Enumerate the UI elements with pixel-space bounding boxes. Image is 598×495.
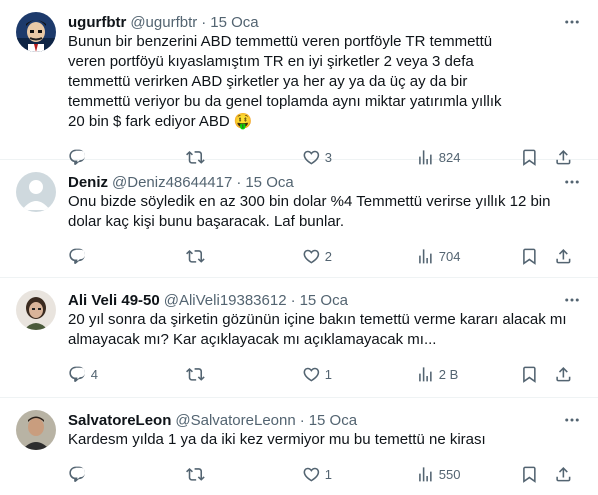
like-count: 2 bbox=[324, 248, 332, 264]
tweet-header: Ali Veli 49-50 @AliVeli19383612 · 15 Oca bbox=[68, 290, 582, 310]
view-count: 2 B bbox=[438, 366, 459, 382]
retweet-button[interactable] bbox=[186, 365, 302, 384]
views-button[interactable]: 550 bbox=[416, 465, 520, 484]
more-button[interactable] bbox=[562, 172, 582, 192]
heart-icon bbox=[303, 249, 320, 264]
separator: · bbox=[201, 13, 207, 31]
timestamp[interactable]: 15 Oca bbox=[300, 292, 348, 309]
tweet-text: 20 yıl sonra da şirketin gözünün içine b… bbox=[68, 311, 567, 348]
reply-button[interactable] bbox=[68, 465, 186, 484]
user-handle[interactable]: @Deniz48644417 bbox=[112, 174, 232, 191]
views-chart-icon bbox=[419, 248, 432, 264]
tweet[interactable]: ugurfbtr @ugurfbtr · 15 Oca Bunun bir be… bbox=[0, 0, 598, 166]
retweet-icon bbox=[186, 249, 205, 263]
tweet-text: Kardesm yılda 1 ya da iki kez vermiyor m… bbox=[68, 431, 486, 448]
like-count: 1 bbox=[324, 466, 332, 482]
tweet[interactable]: Deniz @Deniz48644417 · 15 Oca Onu bizde … bbox=[0, 160, 598, 278]
like-button[interactable]: 1 bbox=[302, 365, 416, 384]
views-chart-icon bbox=[419, 466, 432, 482]
tweet-header: SalvatoreLeon @SalvatoreLeonn · 15 Oca bbox=[68, 410, 582, 430]
user-handle[interactable]: @SalvatoreLeonn bbox=[175, 412, 295, 429]
views-button[interactable]: 2 B bbox=[416, 365, 520, 384]
tweet-header: Deniz @Deniz48644417 · 15 Oca bbox=[68, 172, 582, 192]
bookmark-icon bbox=[523, 466, 536, 483]
share-button[interactable] bbox=[554, 465, 574, 484]
reply-icon bbox=[69, 466, 85, 482]
tweet[interactable]: SalvatoreLeon @SalvatoreLeonn · 15 Oca K… bbox=[0, 398, 598, 495]
separator: · bbox=[299, 411, 305, 429]
bookmark-icon bbox=[523, 366, 536, 383]
view-count: 704 bbox=[438, 248, 461, 264]
bookmark-icon bbox=[523, 248, 536, 265]
share-button[interactable] bbox=[554, 365, 574, 384]
tweet-actions: 2 704 bbox=[68, 240, 582, 272]
reply-button[interactable]: 4 bbox=[68, 365, 186, 384]
avatar[interactable] bbox=[16, 12, 56, 52]
views-button[interactable]: 704 bbox=[416, 247, 520, 266]
bookmark-button[interactable] bbox=[520, 365, 554, 384]
more-button[interactable] bbox=[562, 12, 582, 32]
bookmark-button[interactable] bbox=[520, 247, 554, 266]
share-icon bbox=[556, 466, 571, 482]
reply-icon bbox=[69, 366, 85, 382]
heart-icon bbox=[303, 467, 320, 482]
avatar[interactable] bbox=[16, 290, 56, 330]
timestamp[interactable]: 15 Oca bbox=[210, 14, 258, 31]
retweet-icon bbox=[186, 467, 205, 481]
user-handle[interactable]: @AliVeli19383612 bbox=[164, 292, 287, 309]
display-name[interactable]: Deniz bbox=[68, 174, 108, 191]
timestamp[interactable]: 15 Oca bbox=[309, 412, 357, 429]
views-chart-icon bbox=[419, 366, 432, 382]
like-button[interactable]: 1 bbox=[302, 465, 416, 484]
separator: · bbox=[236, 173, 242, 191]
reply-button[interactable] bbox=[68, 247, 186, 266]
tweet-text: Bunun bir benzerini ABD temmettü veren p… bbox=[68, 33, 502, 130]
bookmark-button[interactable] bbox=[520, 465, 554, 484]
tweet-header: ugurfbtr @ugurfbtr · 15 Oca bbox=[68, 12, 582, 32]
avatar[interactable] bbox=[16, 410, 56, 450]
more-dots-icon bbox=[565, 418, 579, 422]
more-dots-icon bbox=[565, 298, 579, 302]
more-button[interactable] bbox=[562, 290, 582, 310]
display-name[interactable]: ugurfbtr bbox=[68, 14, 126, 31]
avatar[interactable] bbox=[16, 172, 56, 212]
like-count: 1 bbox=[324, 366, 332, 382]
share-icon bbox=[556, 248, 571, 264]
reply-icon bbox=[69, 248, 85, 264]
like-button[interactable]: 2 bbox=[302, 247, 416, 266]
display-name[interactable]: SalvatoreLeon bbox=[68, 412, 171, 429]
tweet[interactable]: Ali Veli 49-50 @AliVeli19383612 · 15 Oca… bbox=[0, 278, 598, 398]
heart-icon bbox=[303, 367, 320, 382]
share-button[interactable] bbox=[554, 247, 574, 266]
timestamp[interactable]: 15 Oca bbox=[245, 174, 293, 191]
tweet-actions: 1 550 bbox=[68, 458, 582, 490]
retweet-icon bbox=[186, 367, 205, 381]
display-name[interactable]: Ali Veli 49-50 bbox=[68, 292, 160, 309]
view-count: 550 bbox=[438, 466, 461, 482]
timeline: ugurfbtr @ugurfbtr · 15 Oca Bunun bir be… bbox=[0, 0, 598, 495]
more-dots-icon bbox=[565, 180, 579, 184]
reply-count: 4 bbox=[90, 366, 98, 382]
more-button[interactable] bbox=[562, 410, 582, 430]
separator: · bbox=[290, 291, 296, 309]
tweet-actions: 4 1 2 B bbox=[68, 358, 582, 390]
share-icon bbox=[556, 366, 571, 382]
more-dots-icon bbox=[565, 20, 579, 24]
retweet-button[interactable] bbox=[186, 465, 302, 484]
tweet-text: Onu bizde söyledik en az 300 bin dolar %… bbox=[68, 193, 551, 230]
retweet-button[interactable] bbox=[186, 247, 302, 266]
user-handle[interactable]: @ugurfbtr bbox=[130, 14, 197, 31]
